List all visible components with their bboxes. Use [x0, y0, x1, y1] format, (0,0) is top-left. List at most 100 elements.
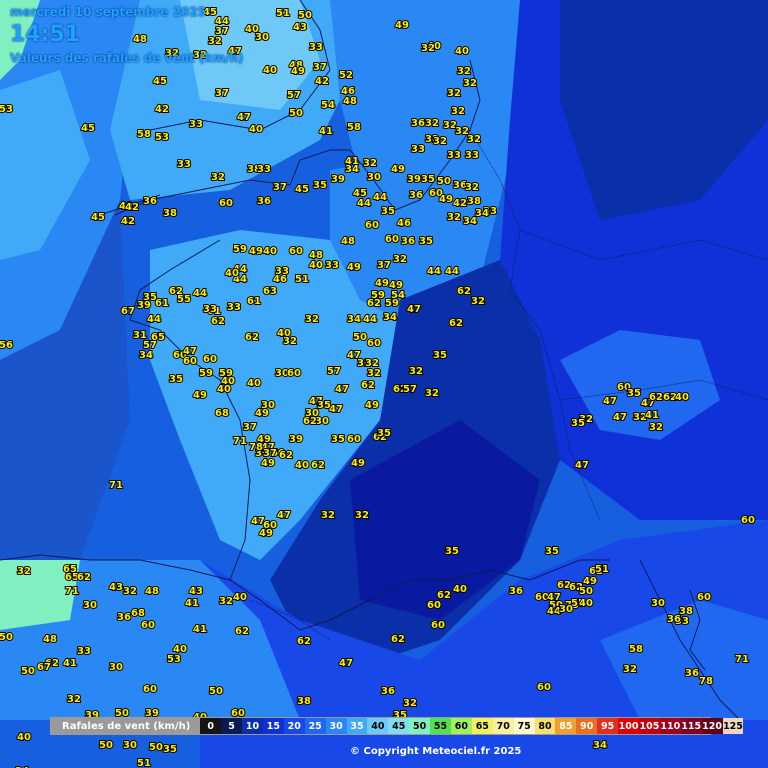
station-value: 60 — [203, 354, 217, 365]
legend-swatch: 125 — [722, 718, 744, 734]
station-value: 60 — [183, 356, 197, 367]
station-value: 30 — [559, 604, 573, 615]
station-value: 32 — [305, 314, 319, 325]
station-value: 32 — [283, 336, 297, 347]
station-value: 32 — [123, 586, 137, 597]
legend-swatch: 15 — [262, 718, 284, 734]
station-value: 34 — [593, 740, 607, 751]
legend-swatch: 105 — [638, 718, 660, 734]
station-value: 35 — [313, 180, 327, 191]
map-subtitle: Valeurs des rafales de vent (km/h) — [10, 51, 244, 65]
station-value: 32 — [425, 118, 439, 129]
station-value: 32 — [355, 510, 369, 521]
station-value: 30 — [651, 598, 665, 609]
station-value: 45 — [81, 123, 95, 134]
station-value: 36 — [401, 236, 415, 247]
station-value: 32 — [467, 134, 481, 145]
station-value: 45 — [295, 184, 309, 195]
station-value: 32 — [447, 88, 461, 99]
station-value: 35 — [419, 236, 433, 247]
legend-scale: 0 5 10 15 20 25 30 35 40 45 50 55 60 65 70 75 80 85 90 95 10… — [200, 718, 744, 734]
station-value: 33 — [77, 646, 91, 657]
station-value: 49 — [193, 390, 207, 401]
station-value: 33 — [447, 150, 461, 161]
station-value: 68 — [131, 608, 145, 619]
station-value: 60 — [141, 620, 155, 631]
station-value: 58 — [347, 122, 361, 133]
station-value: 49 — [291, 66, 305, 77]
station-value: 33 — [465, 150, 479, 161]
station-value: 61 — [247, 296, 261, 307]
station-value: 60 — [385, 234, 399, 245]
station-value: 62 — [297, 636, 311, 647]
station-value: 36 — [117, 612, 131, 623]
station-value: 49 — [261, 458, 275, 469]
station-value: 58 — [629, 644, 643, 655]
station-value: 32 — [455, 126, 469, 137]
legend-swatch: 10 — [242, 718, 263, 734]
legend-swatch: 100 — [618, 718, 639, 734]
station-value: 78 — [249, 442, 263, 453]
station-value: 32 — [208, 36, 222, 47]
legend-swatch: 85 — [555, 718, 577, 734]
station-value: 60 — [143, 684, 157, 695]
station-value: 47 — [613, 412, 627, 423]
station-value: 34 — [139, 350, 153, 361]
station-value: 71 — [109, 480, 123, 491]
station-value: 62 — [311, 460, 325, 471]
station-value: 40 — [455, 46, 469, 57]
color-legend: Rafales de vent (km/h) 0 5 10 15 20 25 30 35 40 4… — [50, 717, 744, 735]
station-value: 48 — [145, 586, 159, 597]
station-value: 60 — [431, 620, 445, 631]
legend-swatch: 20 — [283, 718, 305, 734]
copyright: © Copyright Meteociel.fr 2025 — [350, 746, 522, 757]
station-value: 40 — [263, 246, 277, 257]
station-value: 35 — [381, 206, 395, 217]
station-value: 37 — [377, 260, 391, 271]
station-value: 37 — [243, 422, 257, 433]
station-value: 36 — [685, 668, 699, 679]
station-value: 40 — [247, 378, 261, 389]
station-value: 45 — [91, 212, 105, 223]
station-value: 47 — [237, 112, 251, 123]
station-value: 40 — [233, 592, 247, 603]
station-value: 35 — [331, 434, 345, 445]
station-value: 30 — [123, 740, 137, 751]
station-value: 35 — [627, 388, 641, 399]
station-value: 62 — [367, 298, 381, 309]
station-value: 51 — [276, 8, 290, 19]
station-value: 62 — [457, 286, 471, 297]
legend-swatch: 120 — [701, 718, 723, 734]
wind-gust-map: 45 51 5040 43 494844373232 32 473033455340 4032… — [0, 0, 768, 768]
station-value: 50 — [149, 742, 163, 753]
station-value: 32 — [433, 136, 447, 147]
legend-swatch: 110 — [659, 718, 681, 734]
station-value: 33 — [189, 119, 203, 130]
station-value: 50 — [99, 740, 113, 751]
station-value: 33 — [203, 304, 217, 315]
station-value: 51 — [595, 564, 609, 575]
station-value: 49 — [347, 262, 361, 273]
legend-swatch: 40 — [367, 718, 389, 734]
station-value: 62 — [77, 572, 91, 583]
station-value: 50 — [298, 10, 312, 21]
legend-swatch: 25 — [304, 718, 326, 734]
station-value: 62 — [449, 318, 463, 329]
station-value: 42 — [453, 198, 467, 209]
station-value: 40 — [249, 124, 263, 135]
legend-swatch: 0 — [200, 718, 222, 734]
station-value: 78 — [699, 676, 713, 687]
station-value: 60 — [347, 434, 361, 445]
station-value: 50 — [437, 176, 451, 187]
station-value: 44 — [363, 314, 377, 325]
station-value: 38 — [467, 196, 481, 207]
station-value: 32 — [393, 254, 407, 265]
station-value: 49 — [351, 458, 365, 469]
station-value: 46 — [273, 274, 287, 285]
station-value: 43 — [189, 586, 203, 597]
station-value: 36 — [257, 196, 271, 207]
station-value: 44 — [445, 266, 459, 277]
station-value: 62 — [361, 380, 375, 391]
station-value: 49 — [259, 528, 273, 539]
station-value: 32 — [451, 106, 465, 117]
